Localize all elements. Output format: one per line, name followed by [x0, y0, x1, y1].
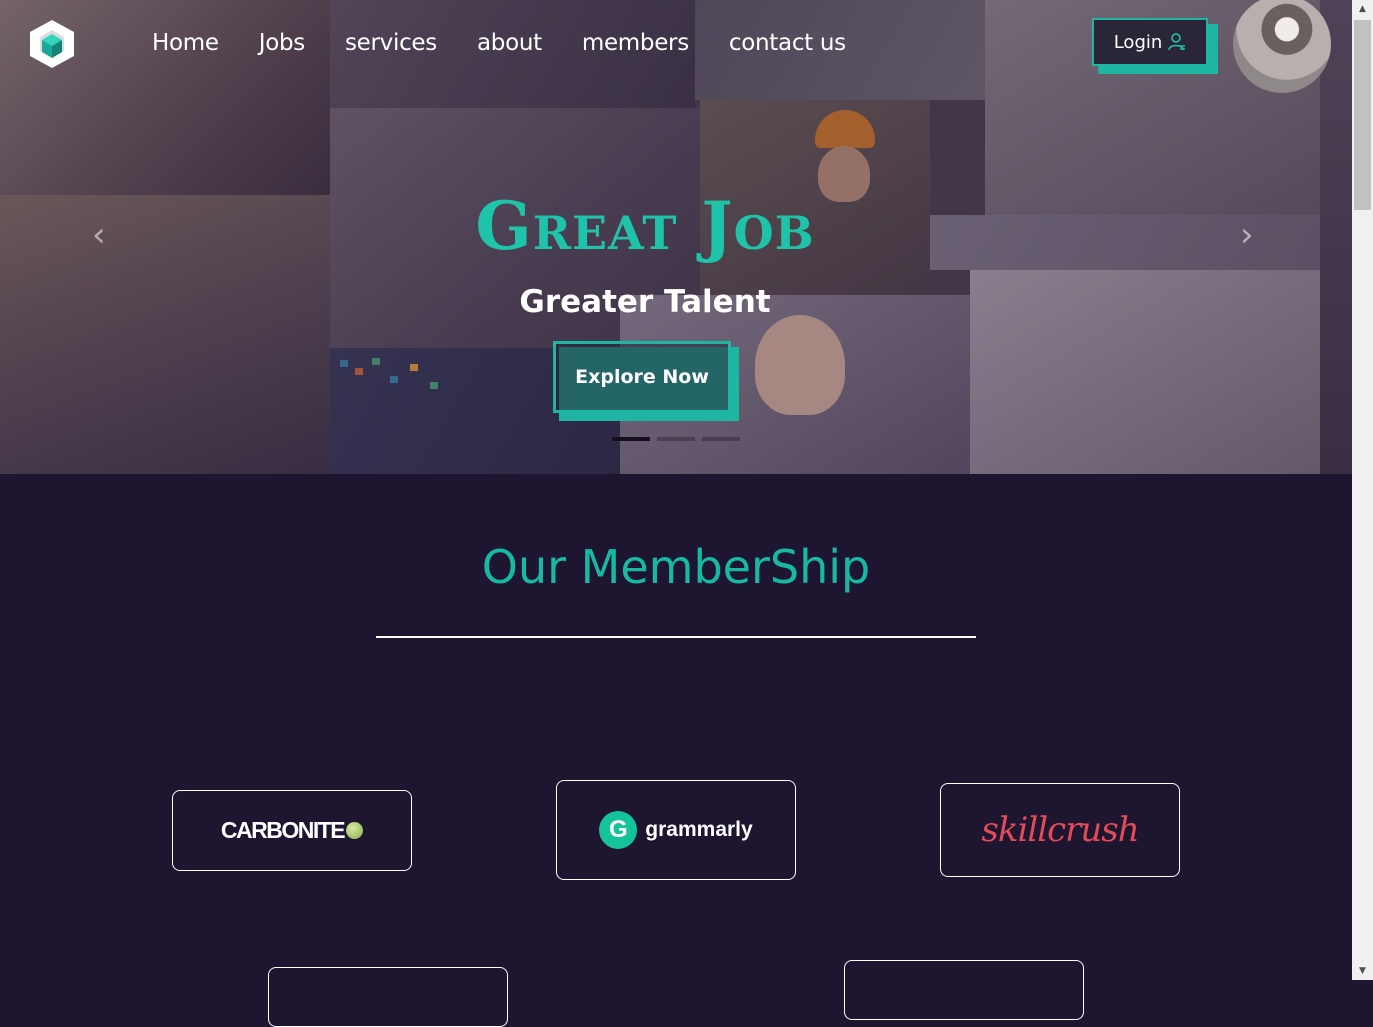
hero-carousel: Home Jobs services about members contact…	[0, 0, 1352, 474]
membership-title: Our MemberShip	[481, 540, 871, 594]
grammarly-name: grammarly	[645, 818, 753, 841]
hero-title: Great Job	[475, 187, 815, 265]
grammarly-logo: G grammarly	[599, 811, 753, 849]
hero-subtitle: Greater Talent	[519, 284, 771, 320]
user-icon	[1168, 33, 1186, 51]
scroll-thumb[interactable]	[1354, 20, 1371, 210]
main-nav: Home Jobs services about members contact…	[152, 30, 886, 56]
partner-card-grammarly[interactable]: G grammarly	[556, 780, 796, 880]
partner-card-carbonite[interactable]: CARBONITE	[172, 790, 412, 871]
partner-card[interactable]	[268, 967, 508, 1027]
carbonite-dot-icon	[346, 822, 364, 839]
carousel-indicators	[612, 437, 740, 441]
carbonite-name: CARBONITE	[220, 817, 346, 843]
carousel-indicator[interactable]	[657, 437, 695, 441]
scroll-up-arrow-icon[interactable]: ▲	[1352, 0, 1373, 18]
login-label: Login	[1113, 31, 1163, 53]
nav-jobs[interactable]: Jobs	[259, 30, 306, 56]
explore-now-button[interactable]: Explore Now	[553, 341, 731, 413]
carousel-indicator[interactable]	[612, 437, 650, 441]
carbonite-logo: CARBONITE	[220, 817, 364, 844]
section-divider	[376, 636, 976, 638]
site-logo[interactable]	[28, 18, 76, 70]
partner-card-skillcrush[interactable]: skillcrush	[940, 783, 1180, 877]
skillcrush-logo: skillcrush	[981, 810, 1139, 850]
page-scrollbar[interactable]: ▲ ▼	[1352, 0, 1373, 980]
nav-members[interactable]: members	[582, 30, 689, 56]
nav-contact-us[interactable]: contact us	[729, 30, 846, 56]
login-button-wrap: Login	[1092, 18, 1218, 74]
login-button[interactable]: Login	[1092, 18, 1208, 66]
nav-about[interactable]: about	[477, 30, 542, 56]
scroll-down-arrow-icon[interactable]: ▼	[1352, 962, 1373, 980]
nav-home[interactable]: Home	[152, 30, 219, 56]
carousel-indicator[interactable]	[702, 437, 740, 441]
nav-services[interactable]: services	[345, 30, 437, 56]
grammarly-g-icon: G	[599, 811, 638, 849]
partner-card[interactable]	[844, 960, 1084, 1020]
explore-button-wrap: Explore Now	[553, 341, 739, 421]
